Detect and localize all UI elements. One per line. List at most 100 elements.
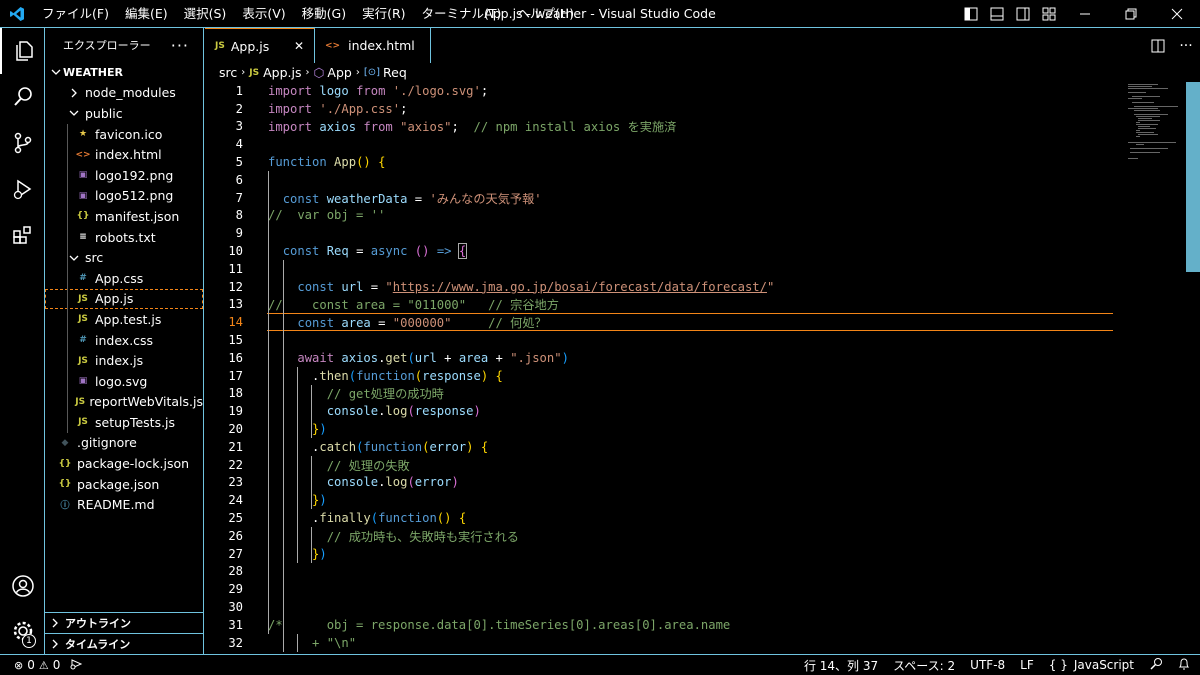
run-debug-icon[interactable] bbox=[0, 166, 45, 212]
code-line[interactable]: 9 bbox=[205, 224, 1185, 242]
tree-item[interactable]: JS App.test.js bbox=[45, 309, 203, 330]
tree-item[interactable]: JS reportWebVitals.js bbox=[45, 392, 203, 413]
code-line[interactable]: 25 .finally(function() { bbox=[205, 509, 1185, 527]
tree-item[interactable]: src bbox=[45, 247, 203, 268]
tree-item[interactable]: <> index.html bbox=[45, 144, 203, 165]
code-line[interactable]: 5 function App() { bbox=[205, 153, 1185, 171]
code-line[interactable]: 16 await axios.get(url + area + ".json") bbox=[205, 349, 1185, 367]
indentation[interactable]: スペース: 2 bbox=[893, 657, 955, 674]
tree-item[interactable]: JS App.js bbox=[45, 288, 203, 310]
code-line[interactable]: 21 .catch(function(error) { bbox=[205, 438, 1185, 456]
editor-scrollbar[interactable] bbox=[1186, 82, 1200, 272]
code-editor[interactable]: 1 import logo from './logo.svg'; 2 import '… bbox=[205, 82, 1200, 654]
tree-item[interactable]: node_modules bbox=[45, 83, 203, 104]
extensions-icon[interactable] bbox=[0, 212, 45, 258]
code-line[interactable]: 12 const url = "https://www.jma.go.jp/bo… bbox=[205, 278, 1185, 296]
menu-run[interactable]: 実行(R) bbox=[354, 0, 413, 28]
code-line[interactable]: 8 // var obj = '' bbox=[205, 207, 1185, 225]
live-share-icon[interactable] bbox=[70, 658, 84, 673]
workspace-root[interactable]: WEATHER bbox=[45, 62, 203, 83]
tree-item[interactable]: ◆ .gitignore bbox=[45, 433, 203, 454]
tree-item[interactable]: {} package.json bbox=[45, 474, 203, 495]
code-line[interactable]: 20 }) bbox=[205, 420, 1185, 438]
code-line[interactable]: 3 import axios from "axios"; // npm insta… bbox=[205, 118, 1185, 136]
toggle-panel-icon[interactable] bbox=[984, 0, 1010, 28]
code-line[interactable]: 2 import './App.css'; bbox=[205, 100, 1185, 118]
code-line[interactable]: 18 // get処理の成功時 bbox=[205, 385, 1185, 403]
breadcrumb-symbol[interactable]: Req bbox=[383, 65, 407, 80]
search-icon[interactable] bbox=[0, 74, 45, 120]
code-line[interactable]: 15 bbox=[205, 331, 1185, 349]
language-mode[interactable]: { } JavaScript bbox=[1049, 658, 1134, 672]
toggle-secondary-sidebar-icon[interactable] bbox=[1010, 0, 1036, 28]
code-line[interactable]: 31 /* obj = response.data[0].timeSeries[0… bbox=[205, 616, 1185, 634]
code-line[interactable]: 27 }) bbox=[205, 545, 1185, 563]
code-line[interactable]: 32 + "\n" bbox=[205, 634, 1185, 652]
problems-indicator[interactable]: ⊗ 0 ⚠ 0 bbox=[14, 658, 60, 672]
breadcrumb-function[interactable]: App bbox=[327, 65, 351, 80]
customize-layout-icon[interactable] bbox=[1036, 0, 1062, 28]
toggle-sidebar-icon[interactable] bbox=[958, 0, 984, 28]
tree-item[interactable]: # index.css bbox=[45, 330, 203, 351]
explorer-icon[interactable] bbox=[0, 28, 45, 74]
menu-view[interactable]: 表示(V) bbox=[234, 0, 293, 28]
menu-go[interactable]: 移動(G) bbox=[294, 0, 354, 28]
tab-app-js[interactable]: JS App.js ✕ bbox=[205, 28, 315, 63]
code-line[interactable]: 28 bbox=[205, 563, 1185, 581]
cursor-position[interactable]: 行 14、列 37 bbox=[804, 657, 878, 674]
code-line[interactable]: 17 .then(function(response) { bbox=[205, 367, 1185, 385]
tree-item[interactable]: public bbox=[45, 103, 203, 124]
code-line[interactable]: 1 import logo from './logo.svg'; bbox=[205, 82, 1185, 100]
close-icon[interactable]: ✕ bbox=[294, 39, 304, 53]
account-icon[interactable] bbox=[0, 563, 45, 609]
tree-item[interactable]: ★ favicon.ico bbox=[45, 124, 203, 145]
code-line[interactable]: 29 bbox=[205, 580, 1185, 598]
code-line[interactable]: 14 const area = "000000" // 何処？ bbox=[205, 313, 1185, 332]
menu-edit[interactable]: 編集(E) bbox=[117, 0, 176, 28]
outline-section[interactable]: アウトライン bbox=[45, 612, 203, 633]
code-line[interactable]: 13 // const area = "011000" // 宗谷地方 bbox=[205, 296, 1185, 314]
code-line[interactable]: 22 // 処理の失敗 bbox=[205, 456, 1185, 474]
tree-item[interactable]: ≡ robots.txt bbox=[45, 227, 203, 248]
more-actions-icon[interactable]: ··· bbox=[1172, 38, 1200, 54]
minimize-icon[interactable] bbox=[1062, 0, 1108, 28]
tree-item[interactable]: ▣ logo192.png bbox=[45, 165, 203, 186]
close-window-icon[interactable] bbox=[1154, 0, 1200, 28]
tree-item[interactable]: JS index.js bbox=[45, 350, 203, 371]
tree-item[interactable]: # App.css bbox=[45, 268, 203, 289]
code-line[interactable]: 23 console.log(error) bbox=[205, 474, 1185, 492]
more-actions-icon[interactable]: ··· bbox=[171, 36, 189, 55]
code-line[interactable]: 26 // 成功時も、失敗時も実行される bbox=[205, 527, 1185, 545]
code-line[interactable]: 11 bbox=[205, 260, 1185, 278]
restore-icon[interactable] bbox=[1108, 0, 1154, 28]
source-control-icon[interactable] bbox=[0, 120, 45, 166]
minimap[interactable] bbox=[1126, 82, 1186, 182]
notifications-bell-icon[interactable] bbox=[1178, 657, 1190, 674]
end-of-line[interactable]: LF bbox=[1020, 658, 1034, 672]
code-line[interactable]: 7 const weatherData = 'みんなの天気予報' bbox=[205, 189, 1185, 207]
tree-item[interactable]: {} package-lock.json bbox=[45, 453, 203, 474]
code-line[interactable]: 19 console.log(response) bbox=[205, 402, 1185, 420]
code-line[interactable]: 6 bbox=[205, 171, 1185, 189]
tree-item[interactable]: ⓘ README.md bbox=[45, 494, 203, 515]
split-editor-icon[interactable] bbox=[1144, 39, 1172, 53]
tree-item[interactable]: JS setupTests.js bbox=[45, 412, 203, 433]
timeline-section[interactable]: タイムライン bbox=[45, 633, 203, 654]
code-line[interactable]: 30 bbox=[205, 598, 1185, 616]
file-encoding[interactable]: UTF-8 bbox=[970, 658, 1005, 672]
menu-selection[interactable]: 選択(S) bbox=[176, 0, 235, 28]
code-line[interactable]: 24 }) bbox=[205, 491, 1185, 509]
tree-item[interactable]: {} manifest.json bbox=[45, 206, 203, 227]
menu-help[interactable]: ヘルプ(H) bbox=[509, 0, 582, 28]
breadcrumb-folder[interactable]: src bbox=[219, 65, 237, 80]
manage-gear-icon[interactable]: 1 bbox=[0, 608, 45, 654]
breadcrumb-file[interactable]: App.js bbox=[263, 65, 301, 80]
menu-terminal[interactable]: ターミナル(T) bbox=[414, 0, 510, 28]
tree-item[interactable]: ▣ logo.svg bbox=[45, 371, 203, 392]
tree-item[interactable]: ▣ logo512.png bbox=[45, 186, 203, 207]
code-line[interactable]: 4 bbox=[205, 135, 1185, 153]
code-line[interactable]: 10 const Req = async () => { bbox=[205, 242, 1185, 260]
tab-index-html[interactable]: <> index.html bbox=[315, 28, 431, 63]
menu-file[interactable]: ファイル(F) bbox=[34, 0, 117, 28]
feedback-icon[interactable] bbox=[1149, 657, 1163, 674]
